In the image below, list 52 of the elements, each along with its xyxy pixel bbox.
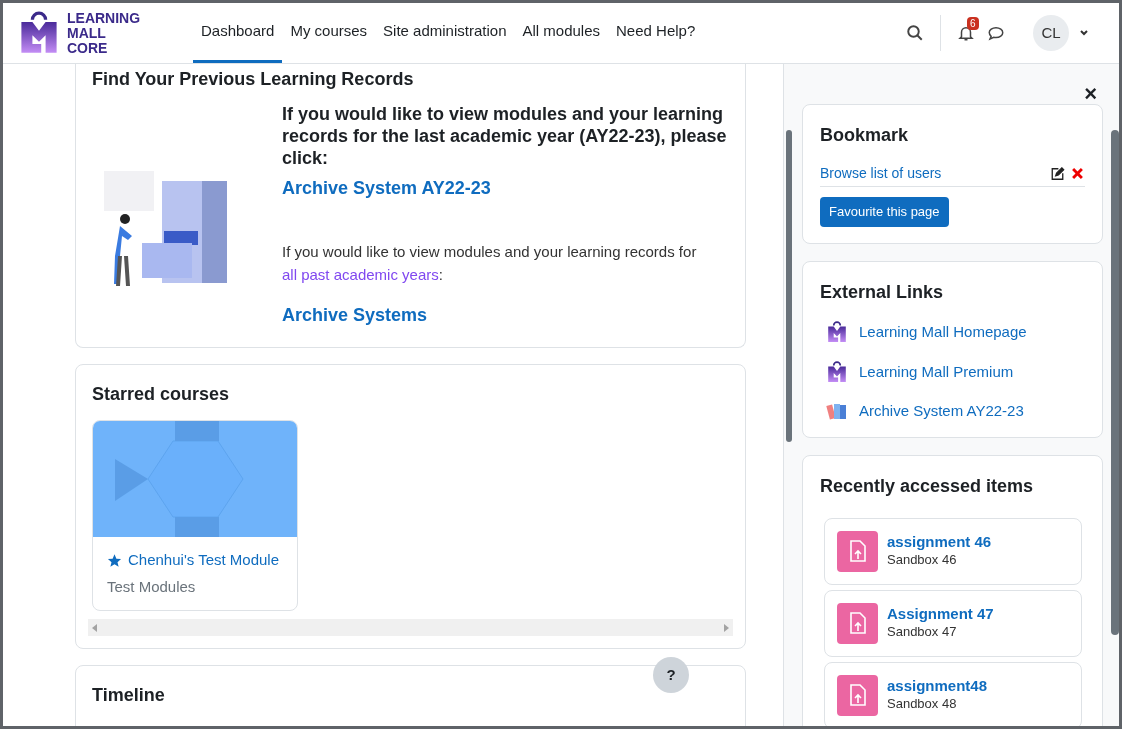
nav-tab[interactable]: Site administration — [375, 3, 515, 63]
course-category: Test Modules — [107, 576, 197, 597]
user-avatar[interactable]: CL — [1033, 15, 1069, 51]
info-text: If you would like to view modules and your learning records for all past academic years: — [282, 242, 698, 285]
search-icon[interactable] — [906, 24, 924, 42]
logo-icon — [826, 360, 848, 383]
page-scrollbar-thumb[interactable] — [1111, 130, 1119, 635]
drawer-scrollbar-thumb[interactable] — [786, 130, 792, 442]
help-button[interactable]: ? — [653, 657, 689, 693]
nav-tab[interactable]: My courses — [282, 3, 376, 63]
item-name[interactable]: assignment 46 — [887, 533, 992, 551]
block-title: Bookmark — [820, 124, 910, 147]
caret-icon[interactable] — [1079, 28, 1089, 38]
nav-tab[interactable]: Dashboard — [193, 3, 283, 63]
bookmark-link[interactable]: Browse list of users — [820, 163, 942, 184]
books-icon — [826, 401, 848, 422]
assignment-icon — [837, 674, 878, 716]
external-link[interactable]: Learning Mall Premium — [859, 360, 1014, 383]
course-name[interactable]: Chenhui's Test Module — [128, 549, 279, 572]
notification-badge: 6 — [967, 17, 979, 30]
external-link[interactable]: Archive System AY22-23 — [859, 400, 1024, 423]
card-title: Timeline — [92, 684, 166, 707]
nav-tab[interactable]: Need Help? — [608, 3, 704, 63]
chat-bubble-icon[interactable] — [987, 24, 1005, 42]
card-title: Starred courses — [92, 383, 231, 406]
recent-item[interactable]: Assignment 47 Sandbox 47 — [824, 589, 1082, 657]
item-course: Sandbox 46 — [887, 551, 958, 569]
logo-text: MALL — [67, 25, 107, 41]
item-name[interactable]: assignment48 — [887, 677, 988, 695]
logo-icon — [826, 321, 848, 344]
block-title: Recently accessed items — [820, 474, 1035, 498]
logo-text: CORE — [67, 40, 109, 56]
recent-item[interactable]: assignment 46 Sandbox 46 — [824, 517, 1082, 585]
archive-link[interactable]: Archive Systems — [282, 302, 428, 329]
close-button[interactable]: × — [1084, 84, 1097, 104]
item-course: Sandbox 48 — [887, 695, 958, 713]
assignment-icon — [837, 602, 878, 644]
past-years-link[interactable]: all past academic years — [282, 266, 439, 283]
item-course: Sandbox 47 — [887, 623, 958, 641]
archive-link[interactable]: Archive System AY22-23 — [282, 175, 491, 202]
nav-tab[interactable]: All modules — [514, 3, 609, 63]
delete-icon[interactable] — [1072, 168, 1083, 179]
lead-text: If you would like to view modules and your learning records for the last academic year (AY22-23), please click: — [282, 103, 728, 169]
block-title: External Links — [820, 281, 945, 304]
assignment-icon — [837, 530, 878, 572]
external-link[interactable]: Learning Mall Homepage — [859, 321, 1027, 344]
favourite-button[interactable]: Favourite this page — [820, 197, 949, 227]
logo-text: LEARNING — [67, 10, 141, 26]
card-title: Find Your Previous Learning Records — [92, 68, 415, 91]
course-card[interactable]: Chenhui's Test Module Test Modules — [92, 420, 298, 611]
edit-icon[interactable] — [1050, 166, 1065, 181]
item-name[interactable]: Assignment 47 — [887, 605, 994, 623]
